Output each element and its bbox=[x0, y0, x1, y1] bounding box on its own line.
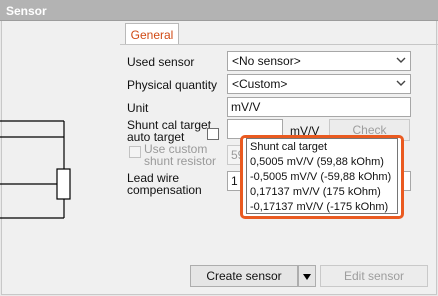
use-custom-shunt-label: Use custom shunt resistor bbox=[144, 143, 216, 167]
window-title: Sensor bbox=[0, 0, 438, 21]
chevron-down-icon bbox=[396, 80, 406, 86]
used-sensor-value: <No sensor> bbox=[232, 54, 301, 68]
physical-quantity-value: <Custom> bbox=[232, 77, 288, 91]
physical-quantity-label: Physical quantity bbox=[127, 78, 218, 92]
auto-target-checkbox[interactable] bbox=[207, 128, 219, 140]
tab-divider bbox=[120, 44, 438, 45]
shunt-cal-target-dropdown: Shunt cal target 0,5005 mV/V (59,88 kOhm… bbox=[246, 138, 398, 214]
tab-general[interactable]: General bbox=[125, 23, 179, 45]
use-custom-shunt-label-line2: shunt resistor bbox=[144, 154, 217, 168]
edit-sensor-button[interactable]: Edit sensor bbox=[320, 265, 428, 287]
lead-wire-label-line2: compensation bbox=[127, 183, 202, 197]
create-sensor-dropdown-button[interactable] bbox=[298, 265, 316, 287]
dropdown-option[interactable]: -0,5005 mV/V (-59,88 kOhm) bbox=[250, 170, 397, 185]
shunt-cal-target-label: Shunt cal target auto target bbox=[127, 119, 211, 143]
create-sensor-button[interactable]: Create sensor bbox=[190, 265, 298, 287]
use-custom-shunt-checkbox[interactable] bbox=[129, 146, 141, 158]
dropdown-header: Shunt cal target bbox=[250, 141, 328, 153]
used-sensor-label: Used sensor bbox=[127, 55, 195, 69]
chevron-down-icon bbox=[396, 57, 406, 63]
dropdown-option[interactable]: 0,5005 mV/V (59,88 kOhm) bbox=[250, 155, 397, 170]
unit-label: Unit bbox=[127, 101, 149, 115]
physical-quantity-select[interactable]: <Custom> bbox=[227, 74, 411, 94]
triangle-down-icon bbox=[303, 274, 311, 280]
lead-wire-label: Lead wire compensation bbox=[127, 172, 202, 196]
unit-input[interactable]: mV/V bbox=[227, 97, 411, 117]
dropdown-option[interactable]: -0,17137 mV/V (-175 kOhm) bbox=[250, 200, 397, 215]
bridge-wiring-diagram bbox=[0, 120, 71, 219]
used-sensor-select[interactable]: <No sensor> bbox=[227, 51, 411, 71]
dropdown-option[interactable]: 0,17137 mV/V (175 kOhm) bbox=[250, 185, 397, 200]
